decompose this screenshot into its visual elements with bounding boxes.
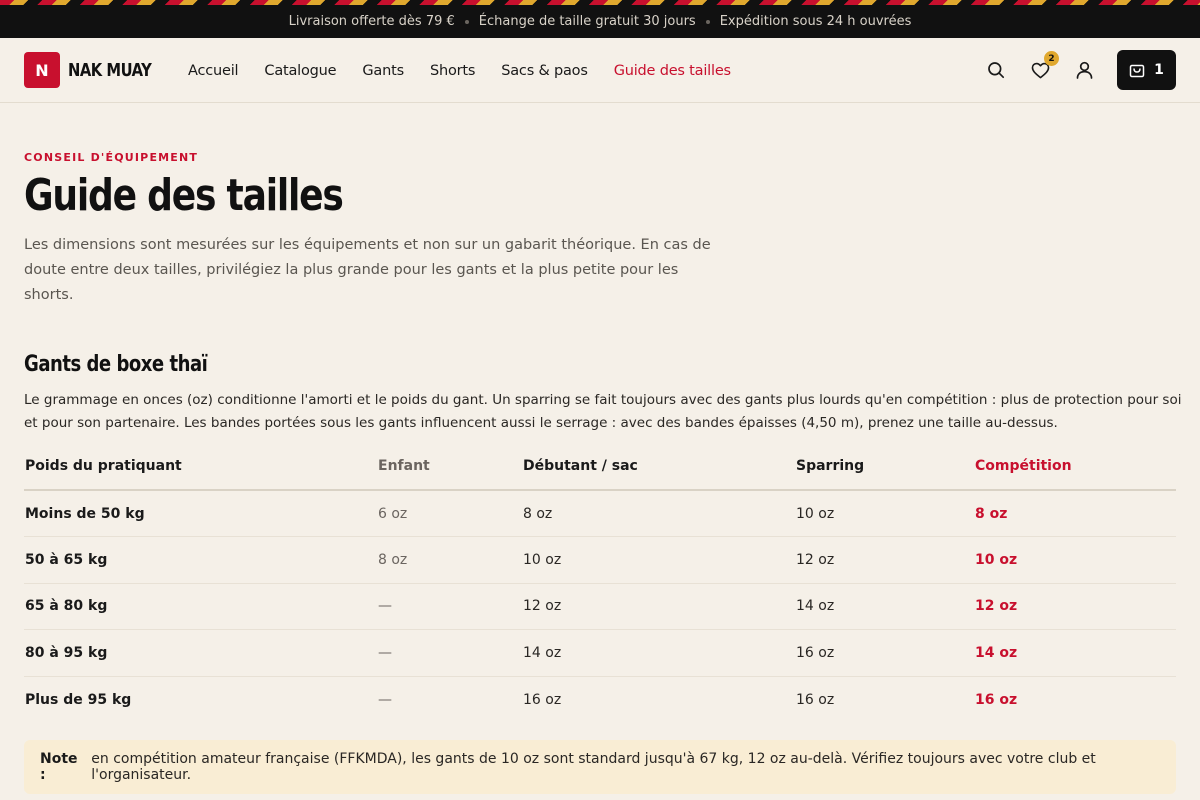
table-row: 80 à 95 kg — 14 oz 16 oz 14 oz bbox=[24, 629, 1176, 677]
cell-weight: 50 à 65 kg bbox=[24, 536, 377, 584]
cell-debutant: 14 oz bbox=[522, 629, 795, 677]
column-header-competition: Compétition bbox=[974, 443, 1176, 491]
nav-gants[interactable]: Gants bbox=[362, 63, 404, 79]
cell-competition: 14 oz bbox=[974, 629, 1176, 677]
header-actions: 2 1 bbox=[985, 50, 1176, 90]
announcement-messages: Livraison offerte dès 79 € Échange de ta… bbox=[0, 5, 1200, 38]
cell-sparring: 16 oz bbox=[795, 629, 974, 677]
main-nav: Accueil Catalogue Gants Shorts Sacs & pa… bbox=[188, 38, 757, 103]
column-header-debutant: Débutant / sac bbox=[522, 443, 795, 491]
note-text: en compétition amateur française (FFKMDA… bbox=[91, 751, 1096, 783]
cell-debutant: 12 oz bbox=[522, 583, 795, 630]
separator-dot bbox=[464, 19, 469, 24]
table-row: Plus de 95 kg — 16 oz 16 oz 16 oz bbox=[24, 676, 1176, 723]
nav-sacs-paos[interactable]: Sacs & paos bbox=[501, 63, 588, 79]
nav-guide-des-tailles[interactable]: Guide des tailles bbox=[614, 63, 731, 79]
cell-weight: Moins de 50 kg bbox=[24, 490, 377, 537]
announcement-bar: Livraison offerte dès 79 € Échange de ta… bbox=[0, 0, 1200, 38]
separator-dot bbox=[705, 19, 710, 24]
cell-enfant: — bbox=[378, 691, 392, 708]
cell-weight: 80 à 95 kg bbox=[24, 629, 377, 677]
cell-weight: 65 à 80 kg bbox=[24, 583, 377, 630]
table-header-row: Poids du pratiquant Enfant Débutant / sa… bbox=[24, 443, 1176, 491]
table-row: 50 à 65 kg 8 oz 10 oz 12 oz 10 oz bbox=[24, 536, 1176, 584]
gloves-size-table: Poids du pratiquant Enfant Débutant / sa… bbox=[24, 443, 1176, 723]
logo-text: NAK MUAY bbox=[68, 59, 152, 81]
announcement-exchange: Échange de taille gratuit 30 jours bbox=[478, 14, 696, 29]
table-row: Moins de 50 kg 6 oz 8 oz 10 oz 8 oz bbox=[24, 490, 1176, 537]
note-label: Note : bbox=[40, 751, 78, 783]
cell-sparring: 14 oz bbox=[795, 583, 974, 630]
cell-enfant: 8 oz bbox=[377, 536, 522, 584]
wishlist-button[interactable]: 2 bbox=[1029, 51, 1059, 81]
cell-debutant: 8 oz bbox=[522, 490, 795, 537]
competition-note: Note : en compétition amateur française … bbox=[24, 740, 1176, 794]
column-header-weight: Poids du pratiquant bbox=[24, 443, 377, 491]
cart-button[interactable]: 1 bbox=[1117, 50, 1176, 90]
page-title: Guide des tailles bbox=[24, 170, 344, 221]
cell-sparring: 16 oz bbox=[796, 691, 835, 708]
user-icon[interactable] bbox=[1073, 59, 1095, 81]
cell-sparring: 10 oz bbox=[795, 490, 974, 537]
table-row: 65 à 80 kg — 12 oz 14 oz 12 oz bbox=[24, 583, 1176, 630]
column-header-enfant: Enfant bbox=[377, 443, 522, 491]
announcement-shipping: Livraison offerte dès 79 € bbox=[288, 14, 455, 29]
page-eyebrow: CONSEIL D'ÉQUIPEMENT bbox=[24, 151, 199, 164]
nav-shorts[interactable]: Shorts bbox=[430, 63, 475, 79]
cell-competition: 10 oz bbox=[974, 536, 1176, 584]
search-icon[interactable] bbox=[985, 59, 1007, 81]
page-intro: Les dimensions sont mesurées sur les équ… bbox=[24, 237, 711, 303]
cell-debutant: 16 oz bbox=[523, 691, 562, 708]
cell-enfant: — bbox=[377, 583, 522, 630]
column-header-sparring: Sparring bbox=[795, 443, 974, 491]
wishlist-count-badge: 2 bbox=[1044, 51, 1059, 66]
cell-sparring: 12 oz bbox=[795, 536, 974, 584]
gloves-section-title: Gants de boxe thaï bbox=[24, 352, 208, 377]
cell-debutant: 10 oz bbox=[522, 536, 795, 584]
cell-weight: Plus de 95 kg bbox=[25, 691, 132, 708]
logo-mark: N bbox=[24, 52, 60, 88]
logo[interactable]: N NAK MUAY bbox=[24, 52, 170, 88]
shopping-bag-icon bbox=[1129, 64, 1145, 78]
cell-enfant: 6 oz bbox=[377, 490, 522, 537]
cart-count: 1 bbox=[1154, 62, 1164, 78]
site-header: N NAK MUAY Accueil Catalogue Gants Short… bbox=[0, 38, 1200, 103]
cell-competition: 12 oz bbox=[974, 583, 1176, 630]
cell-enfant: — bbox=[377, 629, 522, 677]
nav-accueil[interactable]: Accueil bbox=[188, 63, 239, 79]
cell-competition: 8 oz bbox=[974, 490, 1176, 537]
cell-competition: 16 oz bbox=[975, 691, 1018, 708]
nav-catalogue[interactable]: Catalogue bbox=[264, 63, 336, 79]
announcement-dispatch: Expédition sous 24 h ouvrées bbox=[719, 14, 912, 29]
gloves-section-description: Le grammage en onces (oz) conditionne l'… bbox=[24, 392, 1182, 431]
